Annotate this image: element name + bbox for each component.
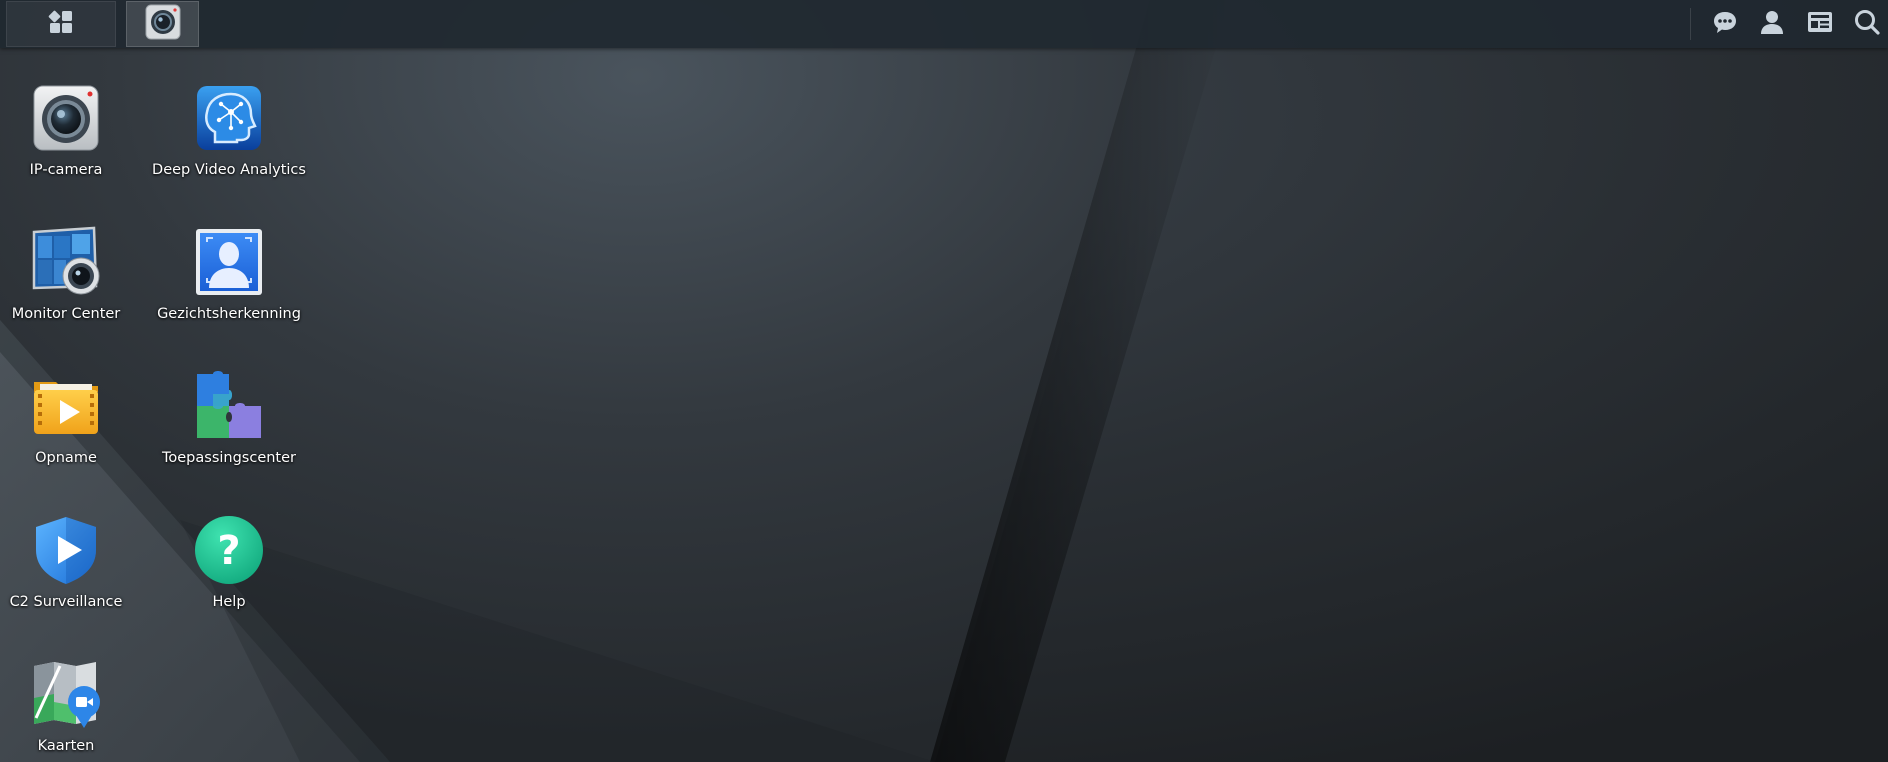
shortcut-label: Help [212,594,246,610]
puzzle-icon [193,370,265,442]
shortcut-label: Gezichtsherkenning [157,306,301,322]
monitor-center-icon [30,226,102,298]
user-button[interactable] [1750,0,1794,48]
deep-video-analytics-icon [193,82,265,154]
shortcut-deep-video-analytics[interactable]: Deep Video Analytics [149,82,309,202]
tray-divider [1690,8,1691,40]
widgets-icon [1806,8,1834,40]
map-icon [30,658,102,730]
help-icon: ? [193,514,265,586]
search-icon [1853,8,1881,40]
face-recognition-icon [193,226,265,298]
ip-camera-icon [30,82,102,154]
c2-shield-icon [30,514,102,586]
recording-folder-icon [30,370,102,442]
ip-camera-task-button[interactable] [126,1,199,47]
shortcut-label: Toepassingscenter [161,450,296,466]
shortcut-toepassingscenter[interactable]: Toepassingscenter [149,370,309,490]
chat-icon [1711,8,1739,40]
shortcut-label: C2 Surveillance [9,594,123,610]
shortcut-label: Monitor Center [11,306,121,322]
shortcut-label: IP-camera [29,162,103,178]
shortcut-help[interactable]: ? Help [149,514,309,634]
svg-text:?: ? [217,528,240,574]
desktop[interactable]: IP-camera Monitor Center Opname C2 Surve… [0,0,1888,762]
taskbar [0,0,1888,48]
user-icon [1758,8,1786,40]
search-button[interactable] [1845,0,1888,48]
shortcut-monitor-center[interactable]: Monitor Center [0,226,146,346]
shortcut-label: Kaarten [37,738,95,754]
chat-button[interactable] [1703,0,1747,48]
main-menu-button[interactable] [6,1,116,47]
shortcut-label: Opname [35,450,97,466]
grid-icon [48,9,74,39]
shortcut-opname[interactable]: Opname [0,370,146,490]
shortcut-ip-camera[interactable]: IP-camera [0,82,146,202]
widgets-button[interactable] [1798,0,1842,48]
ip-camera-icon [145,4,181,44]
shortcut-label: Deep Video Analytics [152,162,306,178]
shortcut-kaarten[interactable]: Kaarten [0,658,146,762]
shortcut-gezichtsherkenning[interactable]: Gezichtsherkenning [149,226,309,346]
shortcut-c2-surveillance[interactable]: C2 Surveillance [0,514,146,634]
